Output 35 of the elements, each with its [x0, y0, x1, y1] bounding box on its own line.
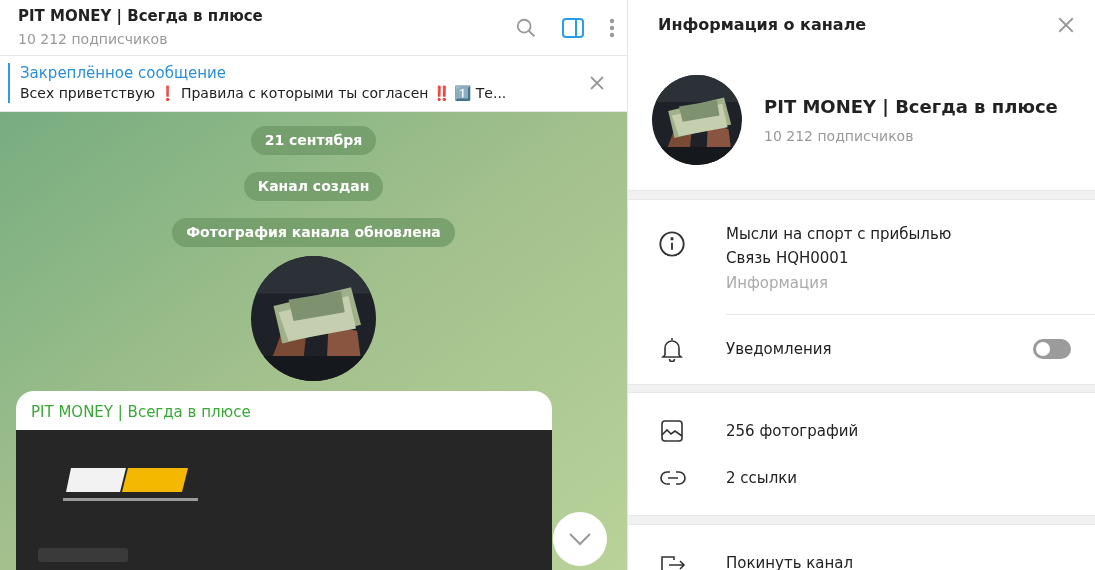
- pinned-message[interactable]: Всех приветствую ❗ Правила с которыми ты согласен ‼ 1⃣ Те...: [20, 83, 589, 104]
- channel-description: Связь HQH0001: [726, 247, 850, 269]
- channel-description: Мысли на спорт с прибылью: [726, 223, 953, 245]
- media-row[interactable]: 256 фотографий: [628, 407, 1095, 455]
- service-message: Фотография канала обновлена: [172, 217, 455, 247]
- side-panel-icon[interactable]: [561, 15, 585, 40]
- media-label: 256 фотографий: [726, 420, 859, 442]
- subscriber-count: 10 212 подписчиков: [18, 29, 169, 49]
- notifications-row[interactable]: Уведомления: [628, 315, 1095, 384]
- more-icon[interactable]: [609, 17, 615, 38]
- exit-icon: [660, 554, 686, 570]
- media-row[interactable]: 2 ссылки: [628, 454, 1095, 502]
- chevron-down-icon: [568, 531, 592, 546]
- message-author: PIT MONEY | Всегда в плюсе: [30, 401, 252, 423]
- notifications-toggle[interactable]: [1033, 339, 1071, 360]
- image-icon: [660, 418, 684, 443]
- link-icon: [660, 469, 686, 486]
- media-label: 2 ссылки: [726, 467, 798, 489]
- search-icon[interactable]: [515, 16, 537, 39]
- close-icon[interactable]: [589, 75, 605, 92]
- notifications-label: Уведомления: [726, 339, 833, 361]
- close-icon[interactable]: [1057, 16, 1075, 35]
- info-icon: [658, 229, 686, 258]
- service-message: 21 сентября: [250, 125, 377, 155]
- panel-title: Информация о канале: [658, 14, 868, 37]
- scroll-down-button[interactable]: [553, 511, 607, 566]
- leave-channel-row[interactable]: Покинуть канал: [628, 525, 1095, 570]
- chat-title: PIT MONEY | Всегда в плюсе: [18, 5, 264, 26]
- description-caption: Информация: [726, 272, 830, 294]
- leave-channel-label: Покинуть канал: [726, 552, 854, 570]
- bell-icon: [660, 336, 684, 363]
- subscriber-count: 10 212 подписчиков: [764, 127, 915, 147]
- channel-name: PIT MONEY | Всегда в плюсе: [764, 95, 1058, 120]
- pinned-label[interactable]: Закреплённое сообщение: [20, 63, 589, 84]
- service-message: Канал создан: [243, 171, 384, 201]
